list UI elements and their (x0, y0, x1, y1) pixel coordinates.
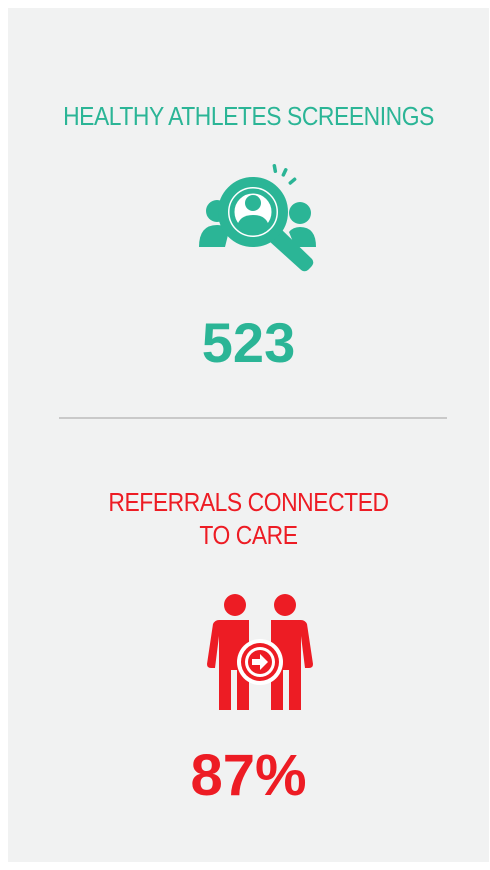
referrals-value: 87% (190, 743, 307, 808)
referral-people-icon (207, 594, 313, 710)
infographic-card: HEALTHY ATHLETES SCREENINGS 523 REFERRAL… (8, 8, 489, 862)
screenings-value: 523 (201, 311, 296, 374)
referrals-title-line-2: TO CARE (199, 520, 298, 550)
referrals-title-line-1: REFERRALS CONNECTED (108, 487, 389, 517)
divider (59, 417, 447, 419)
screenings-title: HEALTHY ATHLETES SCREENINGS (63, 101, 434, 131)
referrals-title: REFERRALS CONNECTED TO CARE (37, 486, 460, 552)
search-people-icon (199, 164, 316, 272)
